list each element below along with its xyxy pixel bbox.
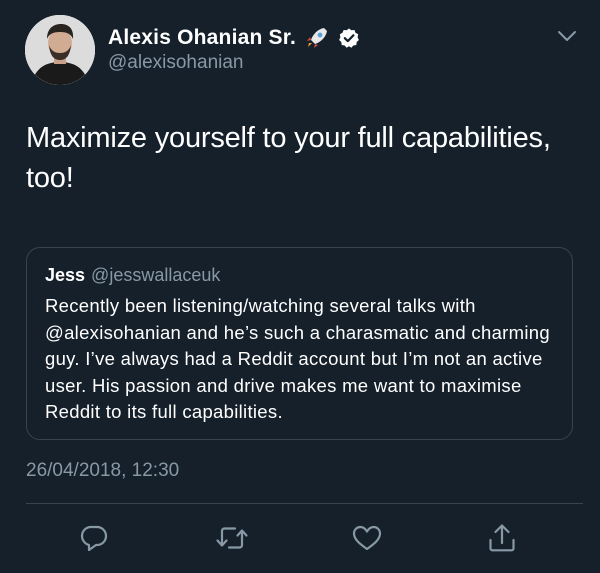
quoted-author-handle: @jesswallaceuk bbox=[91, 265, 221, 285]
reply-icon[interactable] bbox=[76, 520, 112, 556]
action-bar bbox=[0, 520, 600, 560]
tweet-text: Maximize yourself to your full capabilit… bbox=[26, 122, 551, 194]
tweet-timestamp[interactable]: 26/04/2018, 12:30 bbox=[26, 460, 179, 482]
like-icon[interactable] bbox=[349, 520, 385, 556]
rocket-icon bbox=[304, 25, 330, 51]
share-icon[interactable] bbox=[484, 520, 520, 556]
avatar[interactable] bbox=[25, 15, 95, 85]
quoted-tweet-text: Recently been listening/watching several… bbox=[45, 295, 550, 422]
retweet-icon[interactable] bbox=[214, 520, 250, 556]
quoted-tweet[interactable]: Jess @jesswallaceuk Recently been listeni… bbox=[26, 247, 573, 440]
quoted-tweet-header: Jess @jesswallaceuk bbox=[45, 265, 220, 286]
quoted-author-name: Jess bbox=[45, 265, 86, 285]
verified-badge-icon bbox=[338, 27, 360, 49]
divider bbox=[26, 503, 583, 504]
author-name[interactable]: Alexis Ohanian Sr. bbox=[108, 26, 296, 50]
chevron-down-icon[interactable] bbox=[556, 28, 578, 44]
avatar-image bbox=[25, 15, 95, 85]
author-handle[interactable]: @alexisohanian bbox=[108, 52, 244, 74]
author-name-row[interactable]: Alexis Ohanian Sr. bbox=[108, 25, 360, 51]
